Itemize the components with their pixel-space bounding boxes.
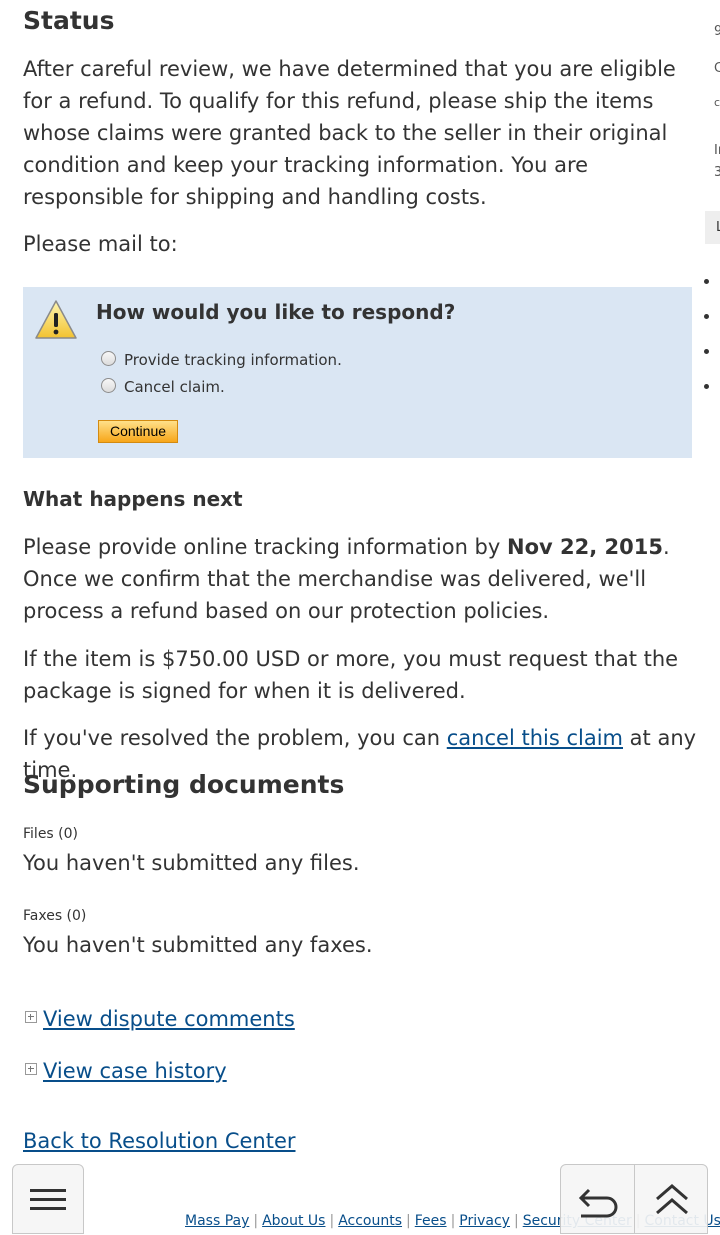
- what-happens-next-heading: What happens next: [23, 487, 243, 511]
- sidebar-tab[interactable]: L: [705, 211, 720, 244]
- respond-title: How would you like to respond?: [96, 300, 456, 324]
- back-button[interactable]: [561, 1165, 634, 1233]
- sidebar-fragment: 9: [714, 24, 720, 39]
- double-chevron-up-icon: [655, 1184, 688, 1215]
- sidebar-tab-letter: L: [716, 220, 720, 235]
- text-segment: If you've resolved the problem, you can: [23, 726, 447, 750]
- signature-requirement-text: If the item is $750.00 USD or more, you …: [23, 647, 679, 703]
- sidebar-bullet: [704, 279, 709, 284]
- view-dispute-comments-link[interactable]: View dispute comments: [43, 1007, 295, 1031]
- mail-to-text: Please mail to:: [23, 232, 178, 256]
- view-case-history-link[interactable]: View case history: [43, 1059, 227, 1083]
- expand-plus-icon[interactable]: [25, 1011, 37, 1023]
- files-empty-text: You haven't submitted any files.: [23, 851, 360, 875]
- supporting-documents-heading: Supporting documents: [23, 770, 345, 799]
- cancel-claim-link[interactable]: cancel this claim: [447, 726, 623, 750]
- back-to-resolution-center-link[interactable]: Back to Resolution Center: [23, 1129, 296, 1153]
- radio-button-tracking[interactable]: [101, 350, 116, 366]
- footer-link-accounts[interactable]: Accounts: [338, 1213, 402, 1229]
- radio-button-cancel[interactable]: [101, 377, 116, 393]
- warning-icon: [35, 300, 77, 339]
- back-arrow-icon: [578, 1188, 618, 1218]
- deadline-date: Nov 22, 2015: [507, 535, 663, 559]
- radio-cancel-claim[interactable]: Cancel claim.: [101, 377, 225, 396]
- sidebar-fragment: c: [714, 96, 720, 109]
- menu-button[interactable]: [12, 1164, 84, 1234]
- continue-button[interactable]: Continue: [98, 420, 178, 443]
- faxes-label: Faxes (0): [23, 908, 87, 924]
- case-history-toggle[interactable]: View case history: [25, 1059, 227, 1083]
- status-heading: Status: [23, 6, 115, 35]
- scroll-to-top-button[interactable]: [633, 1165, 708, 1233]
- sidebar-fragment: 3: [714, 165, 720, 180]
- radio-label-tracking: Provide tracking information.: [124, 351, 342, 369]
- radio-provide-tracking[interactable]: Provide tracking information.: [101, 350, 342, 369]
- faxes-empty-text: You haven't submitted any faxes.: [23, 933, 373, 957]
- sidebar-bullet: [704, 349, 709, 354]
- footer-link-about-us[interactable]: About Us: [262, 1213, 325, 1229]
- respond-box: How would you like to respond? Provide t…: [23, 287, 692, 458]
- footer-link-privacy[interactable]: Privacy: [459, 1213, 510, 1229]
- dispute-comments-toggle[interactable]: View dispute comments: [25, 1007, 295, 1031]
- text-segment: Please provide online tracking informati…: [23, 535, 507, 559]
- footer-link-mass-pay[interactable]: Mass Pay: [185, 1213, 249, 1229]
- sidebar-bullet: [704, 384, 709, 389]
- expand-plus-icon[interactable]: [25, 1063, 37, 1075]
- sidebar-bullet: [704, 314, 709, 319]
- tracking-deadline-text: Please provide online tracking informati…: [23, 531, 695, 627]
- files-label: Files (0): [23, 826, 79, 842]
- footer-link-fees[interactable]: Fees: [415, 1213, 447, 1229]
- sidebar-fragment: Ir: [714, 143, 720, 158]
- hamburger-menu-icon: [30, 1189, 66, 1210]
- sidebar-peek: 9 C c Ir 3: [712, 0, 720, 420]
- status-body: After careful review, we have determined…: [23, 57, 676, 209]
- radio-label-cancel: Cancel claim.: [124, 378, 225, 396]
- navigation-buttons: [560, 1164, 708, 1234]
- sidebar-fragment: C: [714, 61, 720, 76]
